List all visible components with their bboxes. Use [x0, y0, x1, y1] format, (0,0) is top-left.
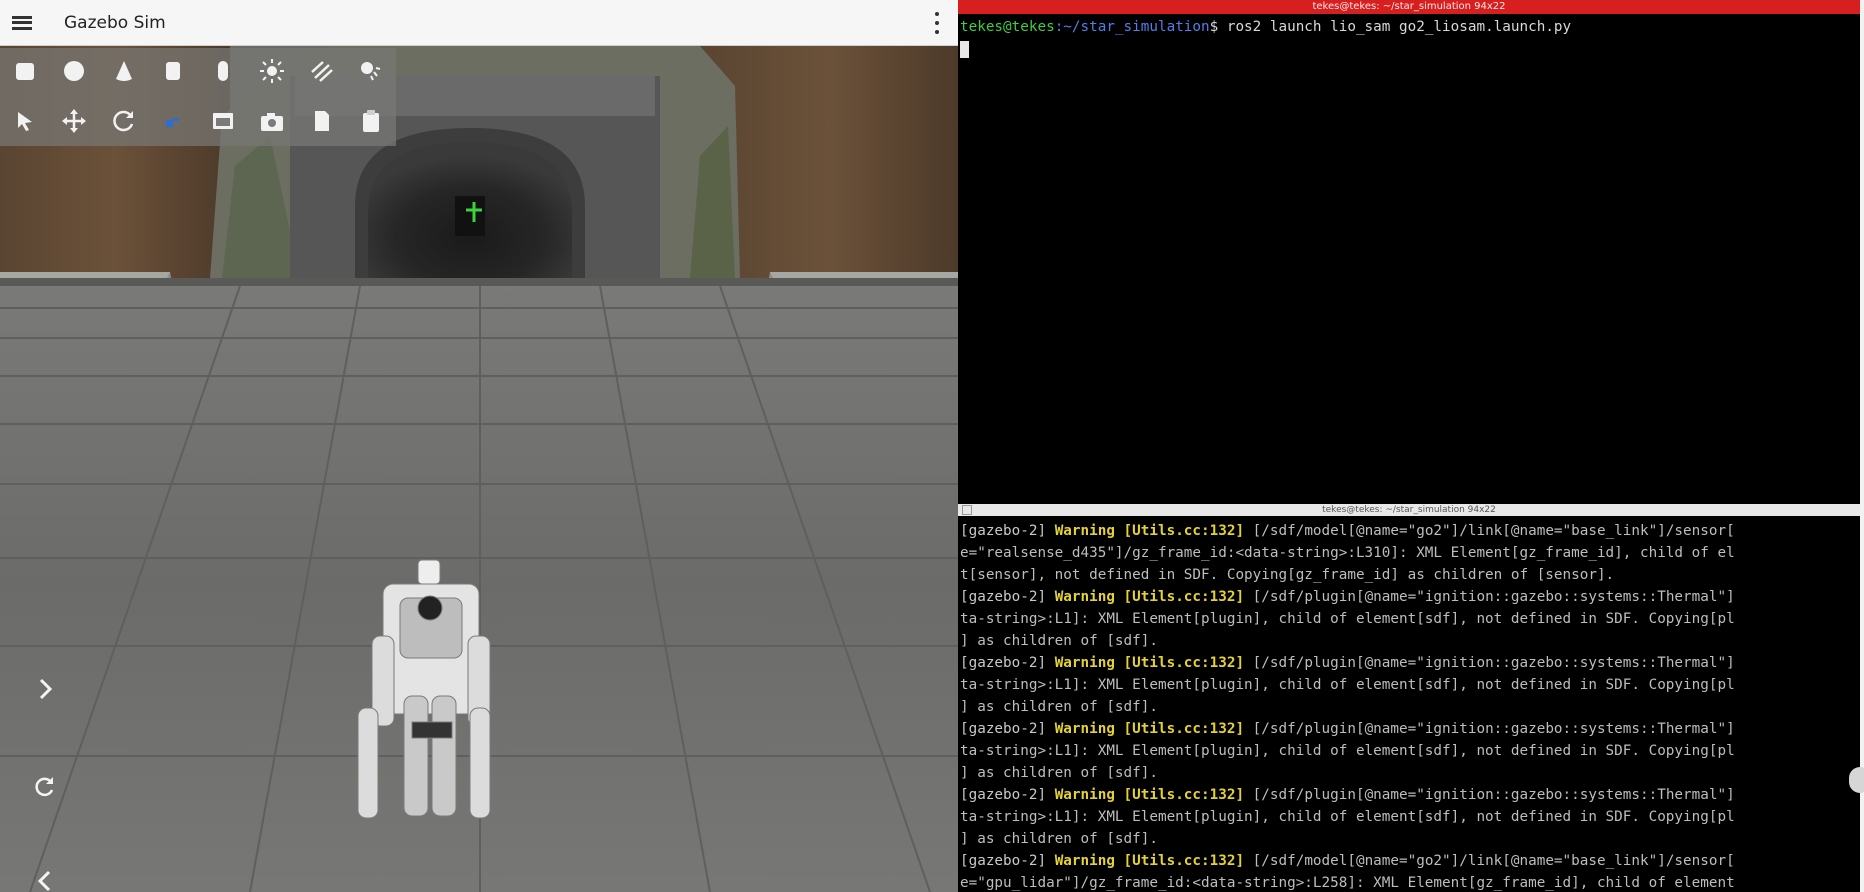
- gazebo-toolbar: [0, 48, 396, 146]
- scroll-handle[interactable]: [1849, 767, 1864, 793]
- snap-icon[interactable]: [149, 98, 199, 144]
- gazebo-window: Gazebo Sim: [0, 0, 958, 892]
- log-text: ] as children of [sdf].: [960, 633, 1158, 649]
- log-line: t[sensor], not defined in SDF. Copying[g…: [960, 564, 1735, 586]
- log-tag: [gazebo-2]: [960, 721, 1055, 737]
- log-text: ta-string>:L1]: XML Element[plugin], chi…: [960, 809, 1735, 825]
- log-level: Warning [Utils.cc:132]: [1054, 655, 1245, 671]
- capsule-icon[interactable]: [198, 48, 248, 94]
- log-text: [/sdf/plugin[@name="ignition::gazebo::sy…: [1244, 721, 1735, 737]
- translate-icon[interactable]: [50, 98, 100, 144]
- log-line: [gazebo-2] Warning [Utils.cc:132] [/sdf/…: [960, 718, 1735, 740]
- log-text: [/sdf/plugin[@name="ignition::gazebo::sy…: [1244, 589, 1735, 605]
- log-line: ] as children of [sdf].: [960, 828, 1735, 850]
- screen-edge: [1860, 0, 1864, 892]
- log-text: t[sensor], not defined in SDF. Copying[g…: [960, 567, 1615, 583]
- terminal-top-titlebar: tekes@tekes: ~/star_simulation 94x22: [958, 0, 1860, 14]
- select-icon[interactable]: [0, 98, 50, 144]
- terminal-top[interactable]: tekes@tekes: ~/star_simulation 94x22 tek…: [958, 0, 1860, 504]
- terminal-bottom[interactable]: tekes@tekes: ~/star_simulation 94x22 [ga…: [958, 504, 1860, 892]
- log-line: e="gpu_lidar"]/gz_frame_id:<data-string>…: [960, 872, 1735, 892]
- log-text: ] as children of [sdf].: [960, 765, 1158, 781]
- log-text: [/sdf/plugin[@name="ignition::gazebo::sy…: [1244, 787, 1735, 803]
- shapes-lights-toolbar: [0, 48, 396, 94]
- log-tag: [gazebo-2]: [960, 523, 1055, 539]
- log-line: [gazebo-2] Warning [Utils.cc:132] [/sdf/…: [960, 850, 1735, 872]
- log-line: [gazebo-2] Warning [Utils.cc:132] [/sdf/…: [960, 520, 1735, 542]
- log-line: ] as children of [sdf].: [960, 630, 1735, 652]
- log-text: ta-string>:L1]: XML Element[plugin], chi…: [960, 743, 1735, 759]
- paste-icon[interactable]: [347, 98, 397, 144]
- screenshot-view-icon[interactable]: [198, 98, 248, 144]
- log-text: e="realsense_d435"]/gz_frame_id:<data-st…: [960, 545, 1735, 561]
- gazebo-title: Gazebo Sim: [64, 12, 166, 33]
- log-level: Warning [Utils.cc:132]: [1054, 787, 1245, 803]
- transform-toolbar: [0, 98, 396, 144]
- log-text: ta-string>:L1]: XML Element[plugin], chi…: [960, 611, 1735, 627]
- log-line: ] as children of [sdf].: [960, 762, 1735, 784]
- camera-icon[interactable]: [248, 98, 298, 144]
- log-line: ta-string>:L1]: XML Element[plugin], chi…: [960, 740, 1735, 762]
- log-line: [gazebo-2] Warning [Utils.cc:132] [/sdf/…: [960, 586, 1735, 608]
- log-line: ] as children of [sdf].: [960, 696, 1735, 718]
- log-text: ] as children of [sdf].: [960, 831, 1158, 847]
- log-line: ta-string>:L1]: XML Element[plugin], chi…: [960, 674, 1735, 696]
- prompt-path: :~/star_simulation: [1054, 19, 1210, 35]
- cone-icon[interactable]: [99, 48, 149, 94]
- log-text: e="gpu_lidar"]/gz_frame_id:<data-string>…: [960, 875, 1735, 891]
- log-text: ] as children of [sdf].: [960, 699, 1158, 715]
- terminal-bottom-title: tekes@tekes: ~/star_simulation 94x22: [1322, 505, 1496, 515]
- log-level: Warning [Utils.cc:132]: [1054, 853, 1245, 869]
- copy-icon[interactable]: [297, 98, 347, 144]
- log-tag: [gazebo-2]: [960, 787, 1055, 803]
- prompt-user: tekes@tekes: [960, 19, 1055, 35]
- expand-panel-icon[interactable]: [28, 672, 62, 706]
- log-text: ta-string>:L1]: XML Element[plugin], chi…: [960, 677, 1735, 693]
- log-level: Warning [Utils.cc:132]: [1054, 721, 1245, 737]
- reset-view-icon[interactable]: [28, 770, 62, 804]
- log-tag: [gazebo-2]: [960, 589, 1055, 605]
- log-level: Warning [Utils.cc:132]: [1054, 589, 1245, 605]
- gazebo-titlebar: Gazebo Sim: [0, 0, 958, 46]
- log-level: Warning [Utils.cc:132]: [1054, 523, 1245, 539]
- log-line: ta-string>:L1]: XML Element[plugin], chi…: [960, 806, 1735, 828]
- log-text: [/sdf/plugin[@name="ignition::gazebo::sy…: [1244, 655, 1735, 671]
- log-output: [gazebo-2] Warning [Utils.cc:132] [/sdf/…: [960, 520, 1735, 892]
- prompt-symbol: $: [1209, 19, 1219, 35]
- command-text: ros2 launch lio_sam go2_liosam.launch.py: [1218, 19, 1572, 35]
- rotate-icon[interactable]: [99, 98, 149, 144]
- spot-light-icon[interactable]: [347, 48, 397, 94]
- sun-icon[interactable]: [248, 48, 298, 94]
- sphere-icon[interactable]: [50, 48, 100, 94]
- cylinder-icon[interactable]: [149, 48, 199, 94]
- log-line: [gazebo-2] Warning [Utils.cc:132] [/sdf/…: [960, 784, 1735, 806]
- box-icon[interactable]: [0, 48, 50, 94]
- log-line: e="realsense_d435"]/gz_frame_id:<data-st…: [960, 542, 1735, 564]
- log-tag: [gazebo-2]: [960, 655, 1055, 671]
- 3d-viewport[interactable]: [0, 46, 958, 892]
- directional-light-icon[interactable]: [297, 48, 347, 94]
- hamburger-menu-icon[interactable]: [2, 3, 42, 43]
- log-line: ta-string>:L1]: XML Element[plugin], chi…: [960, 608, 1735, 630]
- log-line: [gazebo-2] Warning [Utils.cc:132] [/sdf/…: [960, 652, 1735, 674]
- log-text: [/sdf/model[@name="go2"]/link[@name="bas…: [1244, 523, 1735, 539]
- log-text: [/sdf/model[@name="go2"]/link[@name="bas…: [1244, 853, 1735, 869]
- log-tag: [gazebo-2]: [960, 853, 1055, 869]
- text-cursor: [960, 40, 969, 58]
- more-options-icon[interactable]: [932, 10, 942, 36]
- terminal-bottom-titlebar: tekes@tekes: ~/star_simulation 94x22: [958, 504, 1860, 516]
- prompt-line: tekes@tekes:~/star_simulation$ ros2 laun…: [960, 16, 1571, 60]
- terminal-close-icon[interactable]: [962, 505, 972, 515]
- collapse-panel-icon[interactable]: [28, 864, 62, 892]
